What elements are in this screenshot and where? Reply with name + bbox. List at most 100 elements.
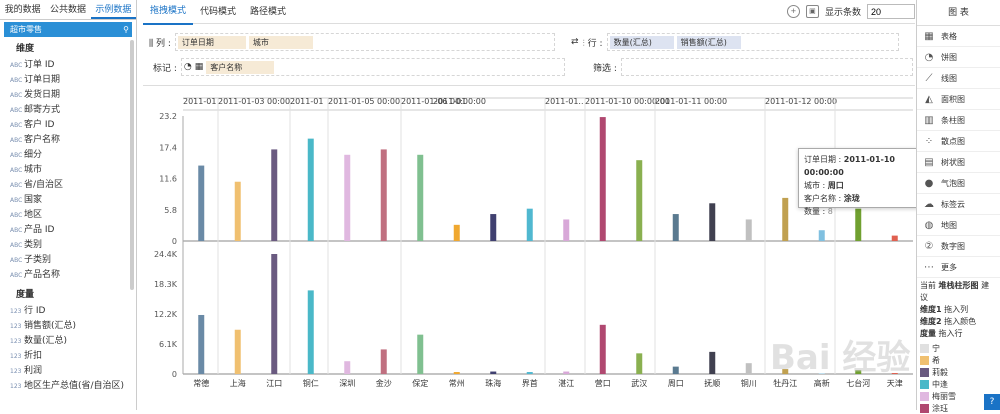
save-icon[interactable]: ▣ [806,5,819,18]
dimension-field[interactable]: ABC细分 [0,148,136,163]
zoom-icon[interactable]: + [787,5,800,18]
chart-type-item[interactable]: ◭面积图 [917,89,1000,110]
quantity-bar[interactable] [819,230,825,241]
scrollbar[interactable] [130,40,134,290]
quantity-bar[interactable] [746,219,752,241]
sales-bar[interactable] [746,363,752,374]
column-field-date[interactable]: 订单日期 [178,36,246,49]
legend-swatch [920,356,929,365]
dimension-field[interactable]: ABC邮寄方式 [0,103,136,118]
chart-type-item[interactable]: ⋯更多 [917,257,1000,278]
dataset-name: 超市零售 [10,25,42,34]
sales-bar[interactable] [235,330,241,374]
dimension-field[interactable]: ABC订单 ID [0,58,136,73]
sales-bar[interactable] [600,325,606,374]
tab-my-data[interactable]: 我的数据 [0,0,45,19]
tab-sample-data[interactable]: 示例数据 [91,0,136,19]
quantity-bar[interactable] [563,219,569,241]
tooltip-qty-value: 8 [828,207,833,216]
dimension-field[interactable]: ABC订单日期 [0,73,136,88]
dimension-field[interactable]: ABC子类别 [0,253,136,268]
quantity-bar[interactable] [527,209,533,241]
sales-bar[interactable] [271,254,277,374]
quantity-bar[interactable] [308,139,314,241]
chart-type-item[interactable]: ⁘散点图 [917,131,1000,152]
sales-bar[interactable] [527,372,533,374]
quantity-bar[interactable] [344,155,350,241]
sales-bar[interactable] [709,352,715,374]
filter-shelf[interactable] [621,58,913,76]
row-field-qty[interactable]: 数量(汇总) [610,36,674,49]
mark-color-icon[interactable]: ◔ [184,62,192,72]
field-type-icon: ABC [10,178,24,193]
quantity-bar[interactable] [271,149,277,241]
column-field-city[interactable]: 城市 [249,36,313,49]
sales-bar[interactable] [381,349,387,374]
quantity-bar[interactable] [198,166,204,241]
quantity-bar[interactable] [235,182,241,241]
search-icon[interactable]: ⚲ [123,22,129,37]
sales-bar[interactable] [417,335,423,374]
tab-code-mode[interactable]: 代码模式 [193,0,243,24]
dataset-selector[interactable]: 超市零售 ⚲ [4,22,132,37]
dimension-field[interactable]: ABC省/自治区 [0,178,136,193]
dimension-field[interactable]: ABC城市 [0,163,136,178]
quantity-bar[interactable] [417,155,423,241]
chart-type-item[interactable]: ◔饼图 [917,47,1000,68]
row-field-sales[interactable]: 销售额(汇总) [677,36,741,49]
measure-field[interactable]: 123销售额(汇总) [0,319,136,334]
chart-type-item[interactable]: ⟋线图 [917,68,1000,89]
column-shelf[interactable]: 订单日期 城市 [175,33,555,51]
quantity-bar[interactable] [381,149,387,241]
quantity-bar[interactable] [673,214,679,241]
measure-field[interactable]: 123折扣 [0,349,136,364]
tab-public-data[interactable]: 公共数据 [45,0,90,19]
quantity-bar[interactable] [709,203,715,241]
measure-field[interactable]: 123数量(汇总) [0,334,136,349]
quantity-bar[interactable] [892,236,898,241]
swap-icon[interactable]: ⇄ [571,37,579,47]
measure-field[interactable]: 123行 ID [0,304,136,319]
mark-grid-icon[interactable]: ▦ [195,62,204,72]
chart-type-item[interactable]: ☁标签云 [917,194,1000,215]
dimension-field[interactable]: ABC客户名称 [0,133,136,148]
number-icon: ② [923,236,935,257]
dimension-field[interactable]: ABC产品 ID [0,223,136,238]
dimension-field[interactable]: ABC类别 [0,238,136,253]
tab-drag-mode[interactable]: 拖拽模式 [143,0,193,25]
chart-type-item[interactable]: ▦表格 [917,26,1000,47]
chart-type-item[interactable]: ●气泡图 [917,173,1000,194]
chart-type-item[interactable]: ②数字图 [917,236,1000,257]
sales-bar[interactable] [308,290,314,374]
quantity-bar[interactable] [454,225,460,241]
sales-bar[interactable] [563,372,569,374]
quantity-bar[interactable] [600,117,606,241]
sales-bar[interactable] [673,367,679,374]
tab-path-mode[interactable]: 路径模式 [243,0,293,24]
show-count-input[interactable] [867,4,915,19]
chart-type-item[interactable]: ▥条柱图 [917,110,1000,131]
sales-bar[interactable] [344,361,350,374]
measure-field[interactable]: 123利润 [0,364,136,379]
measure-field[interactable]: 123地区生产总值(省/自治区) [0,379,136,394]
dimension-field[interactable]: ABC国家 [0,193,136,208]
quantity-bar[interactable] [490,214,496,241]
mark-shelf[interactable]: ◔ ▦ 客户名称 [181,58,565,76]
quantity-bar[interactable] [636,160,642,241]
dimension-field[interactable]: ABC客户 ID [0,118,136,133]
dimension-field[interactable]: ABC发货日期 [0,88,136,103]
help-icon[interactable]: ? [984,394,1000,410]
sales-bar[interactable] [454,372,460,374]
row-shelf[interactable]: 数量(汇总) 销售额(汇总) [607,33,899,51]
dimension-field[interactable]: ABC产品名称 [0,268,136,283]
sales-bar[interactable] [490,372,496,374]
sales-bar[interactable] [198,315,204,374]
mark-field-customer[interactable]: 客户名称 [206,61,274,74]
city-tick-label: 常德 [193,378,209,388]
chart-type-item[interactable]: ◍地图 [917,215,1000,236]
field-type-icon: ABC [10,118,24,133]
sales-bar[interactable] [636,353,642,374]
dimension-field[interactable]: ABC地区 [0,208,136,223]
quantity-bar[interactable] [782,198,788,241]
chart-type-item[interactable]: ▤树状图 [917,152,1000,173]
